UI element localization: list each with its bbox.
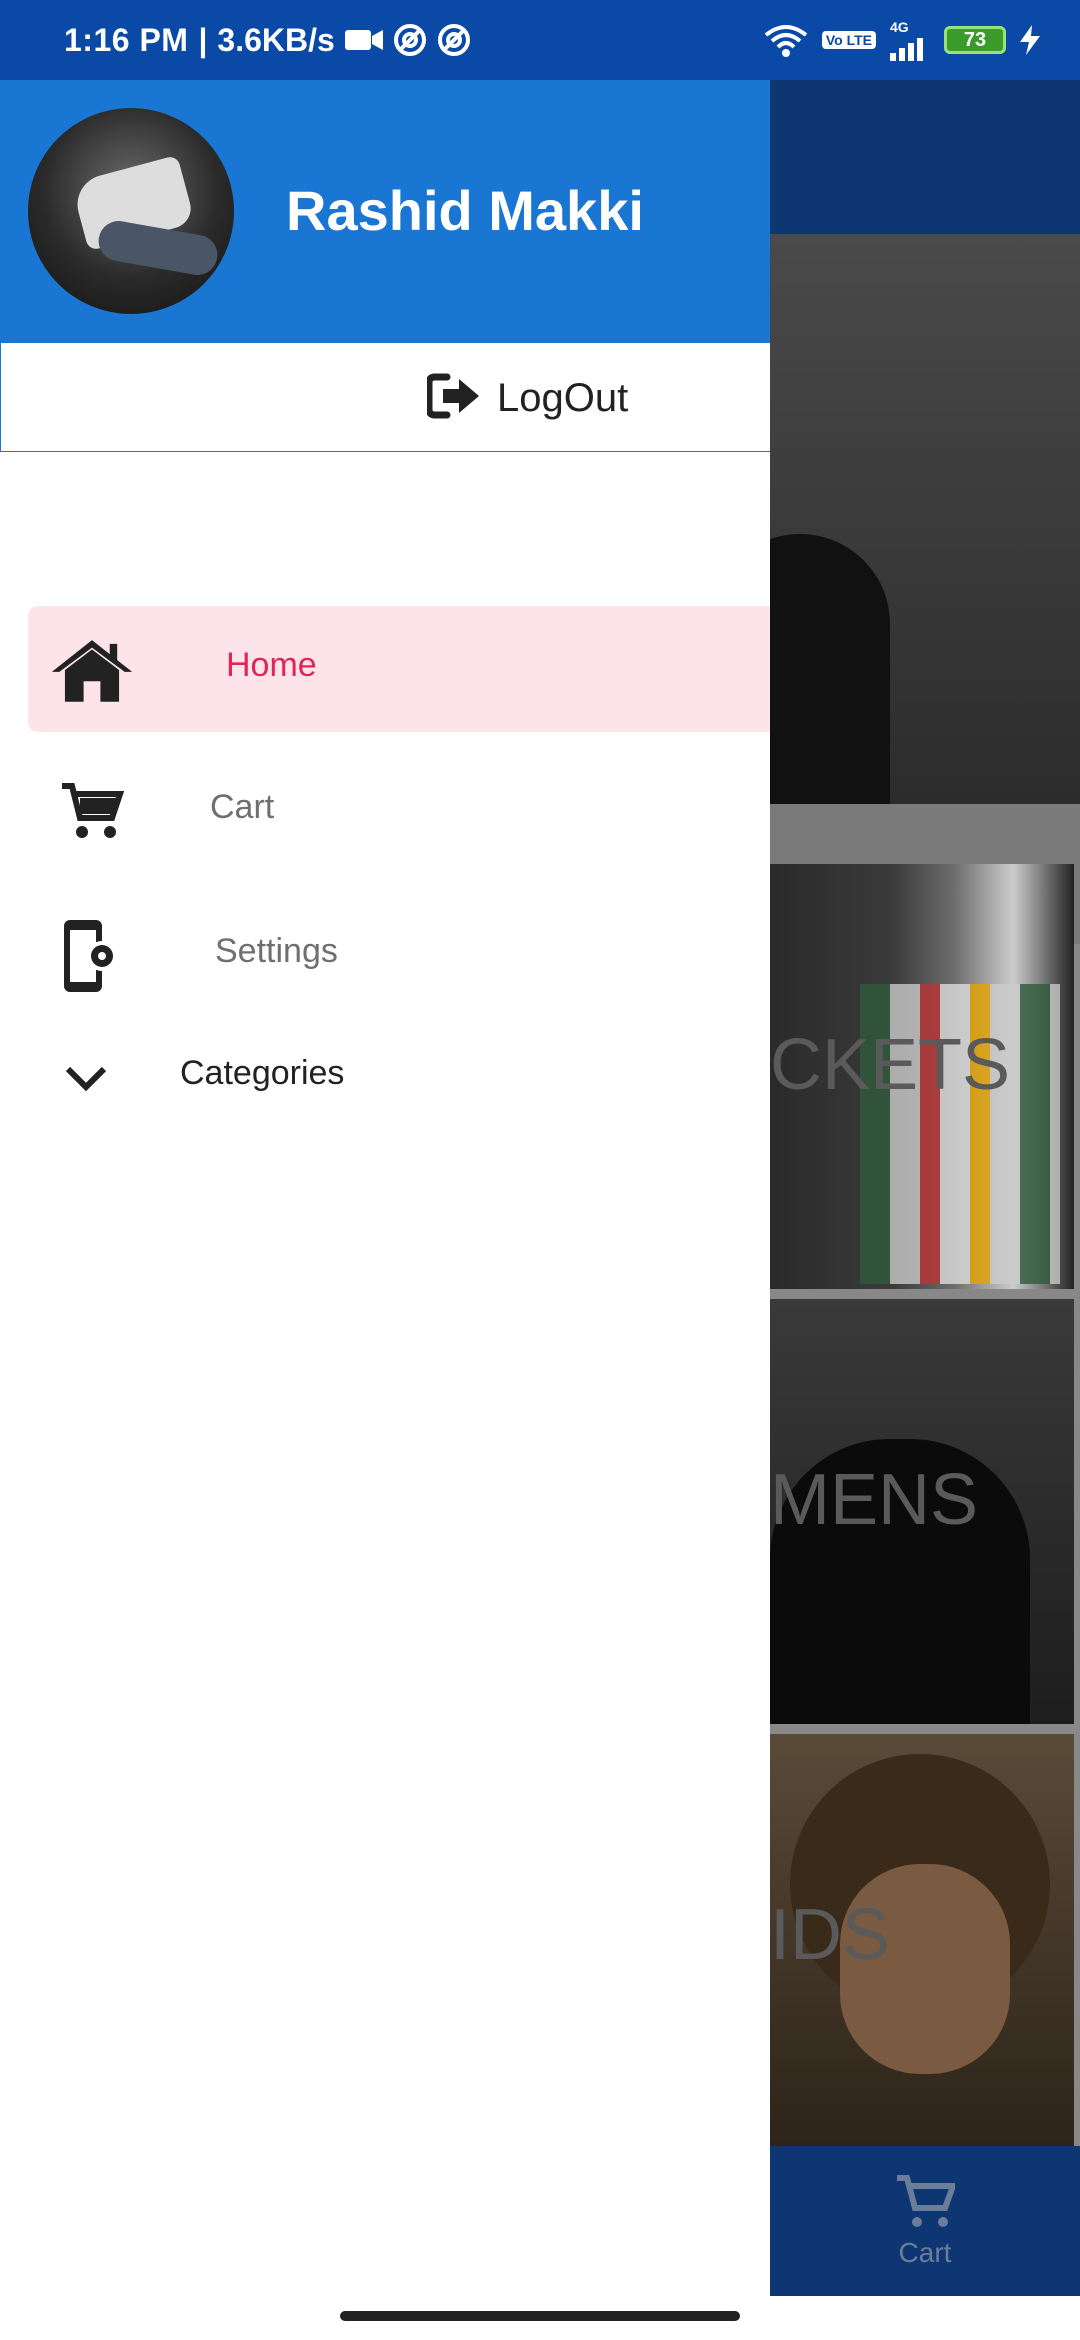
logout-icon	[425, 373, 483, 424]
signal-icon	[890, 35, 930, 61]
wifi-icon	[764, 23, 808, 57]
category-card-kids: IDS	[770, 1734, 1074, 2159]
category-card-womens: MENS	[770, 1299, 1074, 1724]
drawer-item-settings[interactable]: Settings	[0, 892, 770, 1018]
sync-icon	[437, 23, 471, 57]
drawer-item-label: Home	[226, 646, 317, 684]
drawer-item-label: Categories	[180, 1054, 345, 1092]
network-speed: 3.6KB/s	[217, 21, 335, 58]
sync-icon	[393, 23, 427, 57]
bottom-nav-bar: Cart	[770, 2146, 1080, 2296]
chevron-down-icon	[56, 1038, 116, 1118]
background-app-bar	[770, 80, 1080, 234]
drawer-item-home[interactable]: Home	[28, 606, 770, 732]
status-time: 1:16 PM	[64, 21, 189, 58]
drawer-item-label: Settings	[215, 932, 338, 970]
home-indicator[interactable]	[340, 2311, 740, 2321]
logout-button[interactable]: LogOut	[425, 343, 629, 453]
network-type: 4G	[890, 19, 909, 35]
background-app: CKETS MENS IDS Cart	[710, 80, 1080, 2296]
navigation-drawer: Rashid Makki LogOut Home Cart Settings C…	[0, 80, 770, 2296]
drawer-item-cart[interactable]: Cart	[0, 748, 770, 874]
drawer-item-categories[interactable]: Categories	[0, 1028, 770, 1128]
background-banner	[710, 234, 1080, 835]
bottom-nav-cart-label: Cart	[898, 2236, 952, 2268]
logout-container: LogOut	[0, 342, 770, 452]
logout-label: LogOut	[497, 375, 629, 420]
phone-settings-icon	[50, 914, 134, 998]
user-name: Rashid Makki	[286, 179, 644, 242]
category-card-jackets: CKETS	[770, 864, 1074, 1289]
category-card-label: MENS	[770, 1460, 979, 1540]
video-camera-icon	[344, 28, 383, 52]
cart-icon	[895, 2174, 958, 2237]
category-card-label: CKETS	[770, 1025, 1011, 1105]
cart-icon	[50, 770, 134, 854]
volte-badge: Vo LTE	[821, 31, 876, 49]
drawer-header: Rashid Makki	[0, 80, 770, 342]
battery-indicator: 73	[944, 26, 1006, 54]
drawer-item-label: Cart	[210, 788, 275, 826]
charging-icon	[1020, 25, 1040, 55]
status-bar: 1:16 PM | 3.6KB/s Vo LTE 4G 73	[0, 0, 1080, 80]
category-card-label: IDS	[770, 1895, 891, 1975]
home-icon	[50, 628, 134, 712]
avatar[interactable]	[28, 108, 234, 314]
